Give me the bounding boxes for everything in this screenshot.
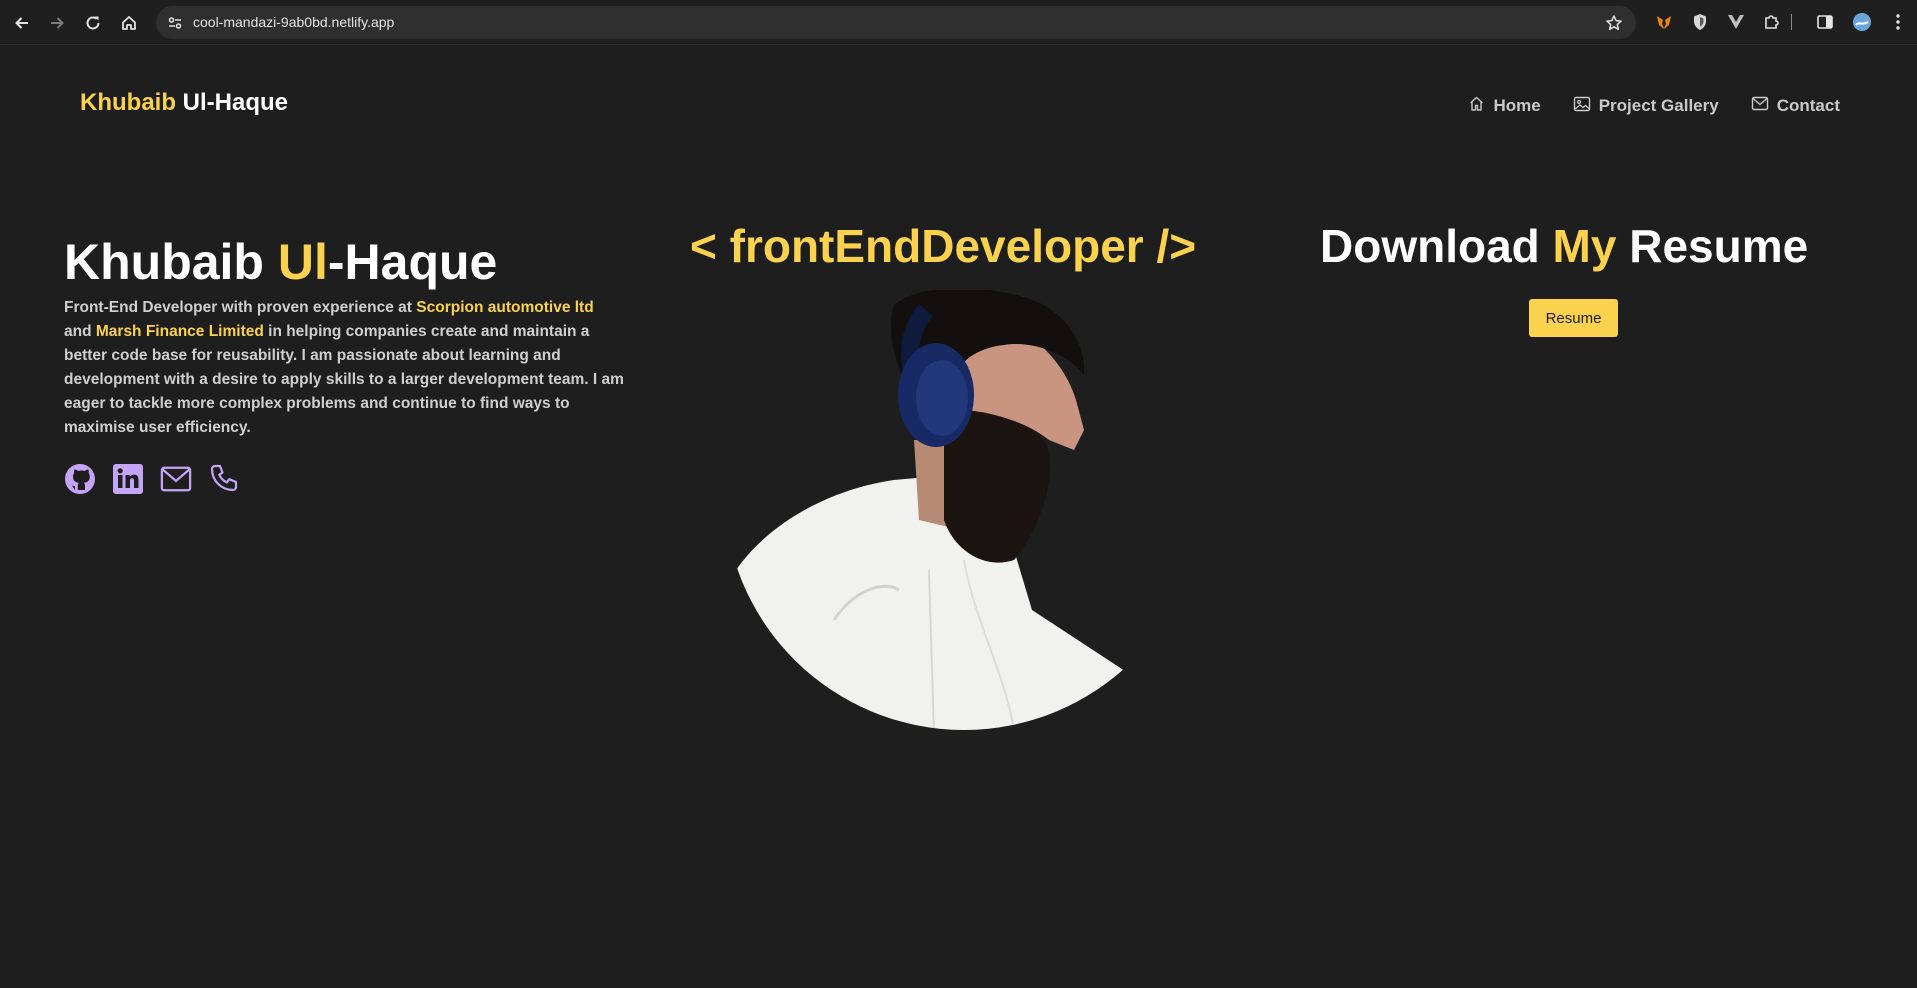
home-icon[interactable]: [117, 11, 141, 35]
vue-extension-icon[interactable]: [1726, 12, 1746, 32]
site-info-icon[interactable]: [166, 14, 184, 32]
bio-paragraph: Front-End Developer with proven experien…: [64, 296, 624, 440]
role-title: < frontEndDeveloper />: [690, 220, 1197, 272]
nav-contact-label: Contact: [1776, 96, 1840, 115]
linkedin-icon[interactable]: [112, 462, 144, 496]
house-icon: [1468, 95, 1485, 117]
side-panel-icon[interactable]: [1815, 12, 1835, 32]
back-icon[interactable]: [10, 11, 34, 35]
shield-extension-icon[interactable]: [1690, 12, 1710, 32]
extensions-puzzle-icon[interactable]: [1762, 12, 1782, 32]
hero-name-rest: -Haque: [327, 234, 498, 290]
profile-portrait: [714, 288, 1154, 735]
resume-title-part-1: Download: [1320, 220, 1553, 272]
resume-section-title: Download My Resume: [1320, 219, 1808, 273]
url-text: cool-mandazi-9ab0bd.netlify.app: [193, 14, 395, 30]
resume-button[interactable]: Resume: [1529, 299, 1618, 337]
email-icon[interactable]: [160, 462, 192, 496]
browser-toolbar: cool-mandazi-9ab0bd.netlify.app: [0, 0, 1917, 45]
hero-name: Khubaib Ul-Haque: [64, 233, 497, 291]
social-links: [64, 462, 240, 496]
site-logo[interactable]: Khubaib Ul-Haque: [80, 89, 288, 117]
mail-icon: [1751, 96, 1769, 116]
menu-kebab-icon[interactable]: [1888, 12, 1908, 32]
metamask-extension-icon[interactable]: [1654, 12, 1674, 32]
phone-icon[interactable]: [208, 462, 240, 496]
nav-home-label: Home: [1493, 96, 1541, 115]
resume-title-part-2: Resume: [1616, 220, 1809, 272]
brand-last-name: Ul-Haque: [176, 89, 289, 116]
profile-avatar-icon[interactable]: [1852, 12, 1872, 32]
github-icon[interactable]: [64, 462, 96, 496]
nav-project-gallery[interactable]: Project Gallery: [1573, 96, 1719, 117]
main-nav: Home Project Gallery Contact: [1468, 95, 1840, 117]
company-scorpion: Scorpion automotive ltd: [416, 299, 594, 316]
brand-first-name: Khubaib: [80, 89, 176, 116]
resume-title-highlight: My: [1552, 220, 1617, 272]
nav-home[interactable]: Home: [1468, 95, 1541, 117]
hero-first-name: Khubaib: [64, 234, 278, 290]
image-icon: [1573, 96, 1591, 117]
address-bar[interactable]: cool-mandazi-9ab0bd.netlify.app: [156, 6, 1636, 39]
bio-part-2: and: [64, 323, 96, 340]
hero-name-highlight: Ul: [277, 234, 328, 290]
bookmark-star-icon[interactable]: [1604, 13, 1624, 33]
bio-part-1: Front-End Developer with proven experien…: [64, 299, 417, 316]
company-marsh: Marsh Finance Limited: [95, 323, 264, 340]
forward-icon[interactable]: [45, 11, 69, 35]
toolbar-divider: [1788, 12, 1794, 32]
nav-contact[interactable]: Contact: [1751, 96, 1840, 116]
reload-icon[interactable]: [81, 11, 105, 35]
nav-project-gallery-label: Project Gallery: [1598, 96, 1719, 115]
